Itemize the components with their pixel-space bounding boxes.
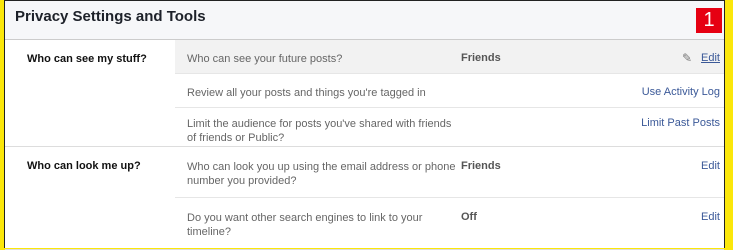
privacy-settings-panel: Privacy Settings and Tools 1 Who can see…	[4, 0, 725, 250]
setting-question: Who can see your future posts?	[187, 53, 343, 65]
edit-link[interactable]: Edit	[701, 52, 720, 64]
setting-row-future-posts[interactable]: Who can see your future posts? Friends ✎…	[175, 40, 724, 74]
setting-question: Limit the audience for posts you've shar…	[187, 118, 452, 144]
setting-row-activity-log: Review all your posts and things you're …	[175, 74, 724, 108]
setting-row-lookup-email: Who can look you up using the email addr…	[175, 147, 724, 198]
setting-value: Off	[461, 211, 477, 223]
section-who-can-see: Who can see my stuff? Who can see your f…	[5, 40, 724, 147]
pencil-icon: ✎	[681, 51, 692, 65]
panel-header: Privacy Settings and Tools 1	[5, 1, 724, 40]
edit-link[interactable]: Edit	[701, 211, 720, 223]
section-label: Who can see my stuff?	[27, 53, 147, 65]
setting-question: Do you want other search engines to link…	[187, 212, 423, 238]
section-who-can-look-me-up: Who can look me up? Who can look you up …	[5, 147, 724, 250]
setting-row-search-engines: Do you want other search engines to link…	[175, 198, 724, 249]
setting-question: Review all your posts and things you're …	[187, 87, 426, 99]
limit-past-posts-link[interactable]: Limit Past Posts	[641, 117, 720, 129]
edit-link[interactable]: Edit	[701, 160, 720, 172]
step-badge: 1	[696, 8, 722, 33]
setting-question: Who can look you up using the email addr…	[187, 161, 456, 187]
use-activity-log-link[interactable]: Use Activity Log	[642, 86, 720, 98]
setting-value: Friends	[461, 52, 501, 64]
page-title: Privacy Settings and Tools	[15, 8, 206, 25]
section-label: Who can look me up?	[27, 160, 141, 172]
setting-row-limit-past-posts: Limit the audience for posts you've shar…	[175, 108, 724, 146]
setting-value: Friends	[461, 160, 501, 172]
